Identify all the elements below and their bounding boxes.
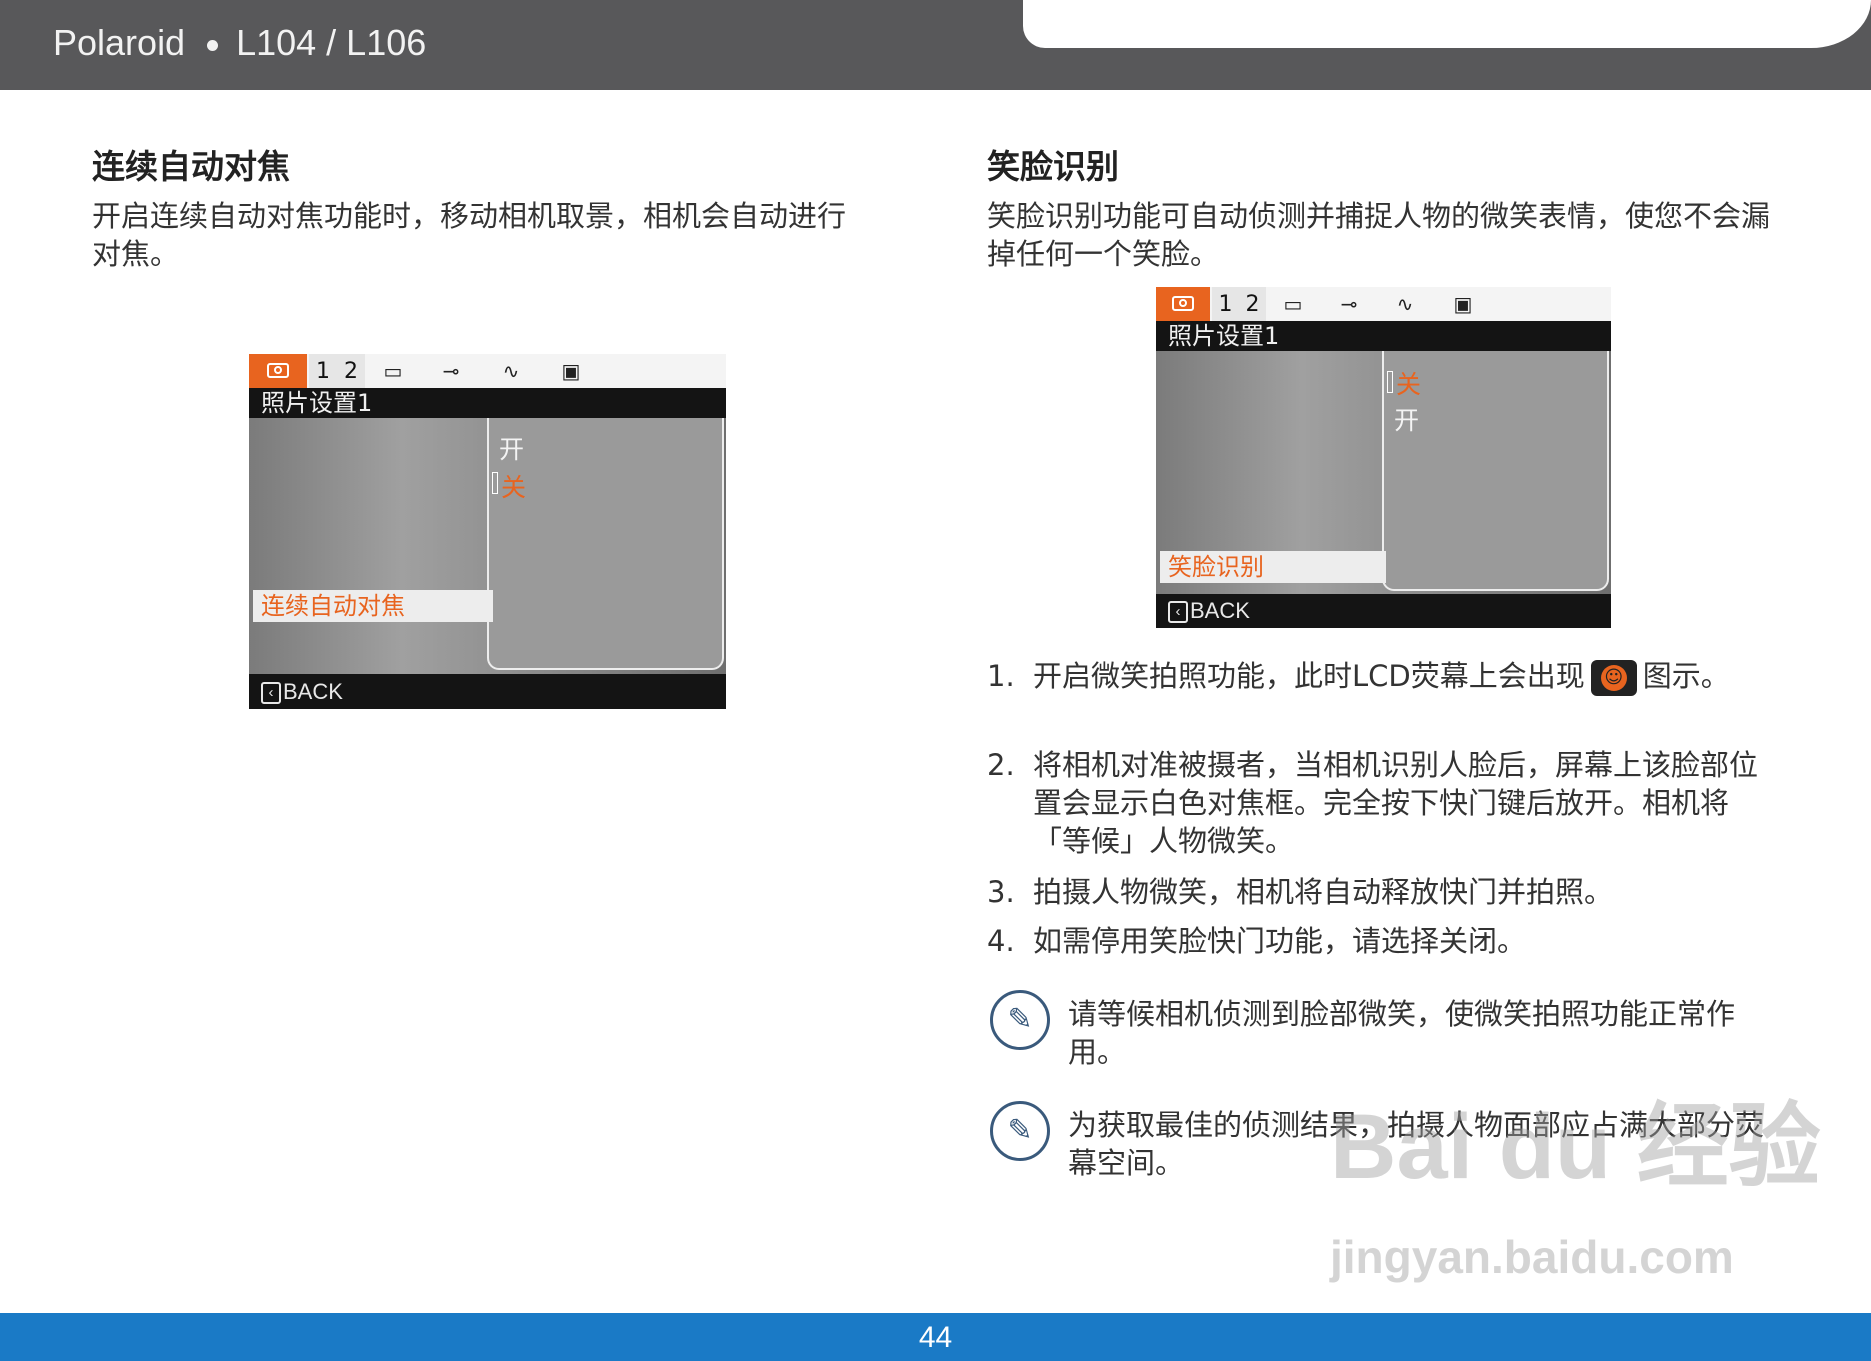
model-name: L104 / L106: [236, 22, 427, 63]
back-bar: ‹ BACK: [249, 674, 726, 709]
page-footer: 44: [0, 1313, 1871, 1361]
menu-title: 照片设置1: [249, 388, 726, 418]
step-number: 1.: [987, 659, 1015, 693]
brand-line: Polaroid L104 / L106: [53, 22, 426, 64]
movie-tab-icon: ▭: [383, 359, 403, 383]
smile-face-icon: ☺: [1590, 660, 1637, 696]
step-text: 拍摄人物微笑，相机将自动释放快门并拍照。: [1033, 875, 1614, 909]
battery-tab-icon: ▣: [561, 359, 581, 383]
bullet-dot-icon: [207, 39, 219, 51]
back-bar: ‹ BACK: [1156, 594, 1611, 628]
back-arrow-icon: ‹: [1168, 601, 1188, 624]
section-title-smile-detection: 笑脸识别: [987, 147, 1119, 186]
option-on: 开: [1394, 406, 1420, 435]
tab-page-1: 1: [309, 354, 337, 388]
back-arrow-icon: ‹: [261, 682, 281, 705]
section-body-smile-detection: 笑脸识别功能可自动侦测并捕捉人物的微笑表情，使您不会漏掉任何一个笑脸。: [987, 199, 1771, 271]
watermark-url: jingyan.baidu.com: [1330, 1231, 1734, 1283]
note-text: 请等候相机侦测到脸部微笑，使微笑拍照功能正常作用。: [1068, 997, 1736, 1069]
tab-page-2: 2: [1239, 287, 1266, 321]
step-text: 如需停用笑脸快门功能，请选择关闭。: [1033, 924, 1527, 958]
menu-item-continuous-af: 连续自动对焦: [253, 590, 493, 622]
note-pad-icon: ✎: [990, 1101, 1050, 1161]
page-number: 44: [918, 1321, 953, 1354]
watermark-logo: Bai du 经验: [1330, 1096, 1821, 1198]
step-number: 2.: [987, 748, 1015, 782]
step-text: 将相机对准被摄者，当相机识别人脸后，屏幕上该脸部位置会显示白色对焦框。完全按下快…: [1033, 748, 1759, 858]
battery-tab-icon: ▣: [1453, 292, 1473, 316]
tab-page-1: 1: [1212, 287, 1239, 321]
step-text: 开启微笑拍照功能，此时LCD荧幕上会出现 ☺ 图示。: [1033, 657, 1773, 696]
menu-tab-bar: 1 2 ▭ ⊸ ∿ ▣: [1156, 287, 1611, 321]
transfer-tab-icon: ∿: [502, 359, 520, 383]
note-pad-icon: ✎: [990, 990, 1050, 1050]
step-number: 4.: [987, 924, 1015, 958]
camera-screen-continuous-af: 1 2 ▭ ⊸ ∿ ▣ 照片设置1 开 关 连续自动对焦 ‹ BACK: [249, 354, 726, 709]
wrench-tab-icon: ⊸: [1340, 292, 1358, 316]
option-on: 开: [499, 435, 525, 464]
menu-tab-bar: 1 2 ▭ ⊸ ∿ ▣: [249, 354, 726, 388]
selection-marker: [1387, 371, 1393, 393]
camera-screen-smile-detection: 1 2 ▭ ⊸ ∿ ▣ 照片设置1 关 开 笑脸识别 ‹ BACK: [1156, 287, 1611, 628]
section-title-continuous-af: 连续自动对焦: [92, 147, 290, 186]
selection-marker: [492, 472, 498, 494]
menu-item-smile-detection: 笑脸识别: [1160, 551, 1386, 583]
transfer-tab-icon: ∿: [1396, 292, 1414, 316]
movie-tab-icon: ▭: [1283, 292, 1303, 316]
option-off: 关: [1396, 370, 1422, 399]
step-number: 3.: [987, 875, 1015, 909]
step-text-before: 开启微笑拍照功能，此时LCD荧幕上会出现: [1033, 659, 1585, 693]
options-panel: 开 关: [487, 418, 724, 670]
page-header: Polaroid L104 / L106: [0, 0, 1871, 90]
camera-tab-icon: [1156, 287, 1210, 321]
menu-title: 照片设置1: [1156, 321, 1611, 351]
options-panel: 关 开: [1382, 351, 1609, 591]
back-label: BACK: [283, 679, 343, 704]
tab-page-2: 2: [337, 354, 365, 388]
brand-name: Polaroid: [53, 22, 186, 63]
section-body-continuous-af: 开启连续自动对焦功能时，移动相机取景，相机会自动进行对焦。: [92, 199, 847, 271]
header-notch: [1023, 0, 1871, 48]
option-off: 关: [501, 473, 527, 502]
back-label: BACK: [1190, 598, 1250, 623]
step-text-after: 图示。: [1642, 659, 1730, 693]
camera-tab-icon: [249, 354, 307, 388]
wrench-tab-icon: ⊸: [442, 359, 460, 383]
